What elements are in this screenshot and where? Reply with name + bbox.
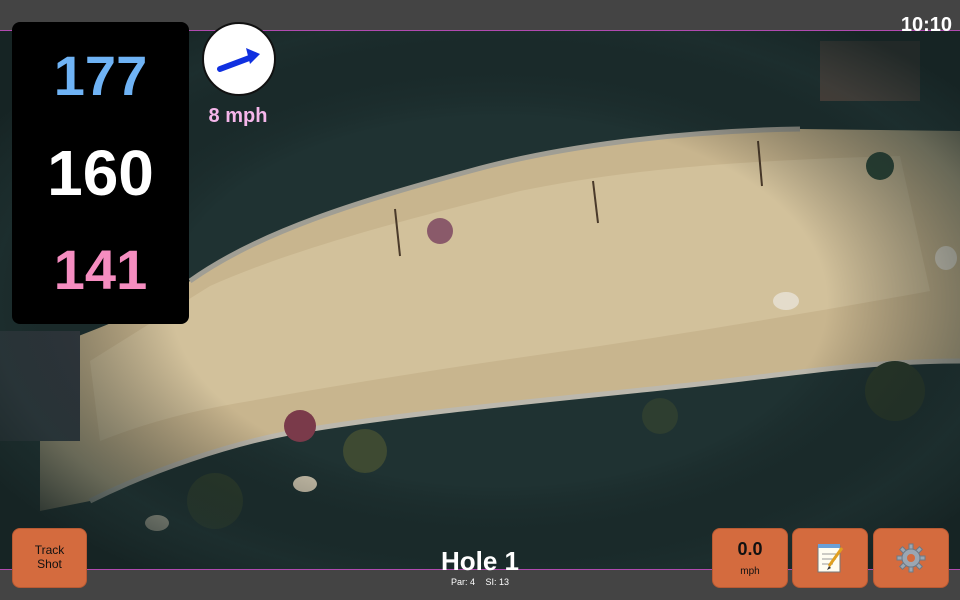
settings-button[interactable] (873, 528, 949, 588)
distance-center: 160 (47, 136, 154, 209)
hole-info: Par: 4 SI: 13 (380, 577, 580, 587)
track-shot-button[interactable]: Track Shot (12, 528, 87, 588)
gear-icon (896, 543, 926, 573)
notepad-icon (817, 544, 844, 573)
distance-front: 141 (53, 237, 148, 301)
wind-speed-label: 8 mph (208, 105, 268, 127)
hole-title: Hole 1 (440, 546, 520, 576)
speed-value: 0.0 (737, 539, 763, 559)
hole-stroke-index: SI: 13 (485, 577, 510, 587)
wind-direction-dial (202, 22, 276, 96)
wind-arrow-icon (217, 48, 260, 72)
distance-panel: 177 160 141 (12, 22, 189, 324)
hole-par: Par: 4 (450, 577, 475, 587)
speed-unit: mph (740, 566, 760, 577)
track-shot-label: Track Shot (34, 543, 65, 571)
distance-back: 177 (53, 44, 148, 108)
notes-button[interactable] (792, 528, 868, 588)
clock: 10:10 (900, 14, 952, 36)
speed-button[interactable]: 0.0 mph (712, 528, 788, 588)
